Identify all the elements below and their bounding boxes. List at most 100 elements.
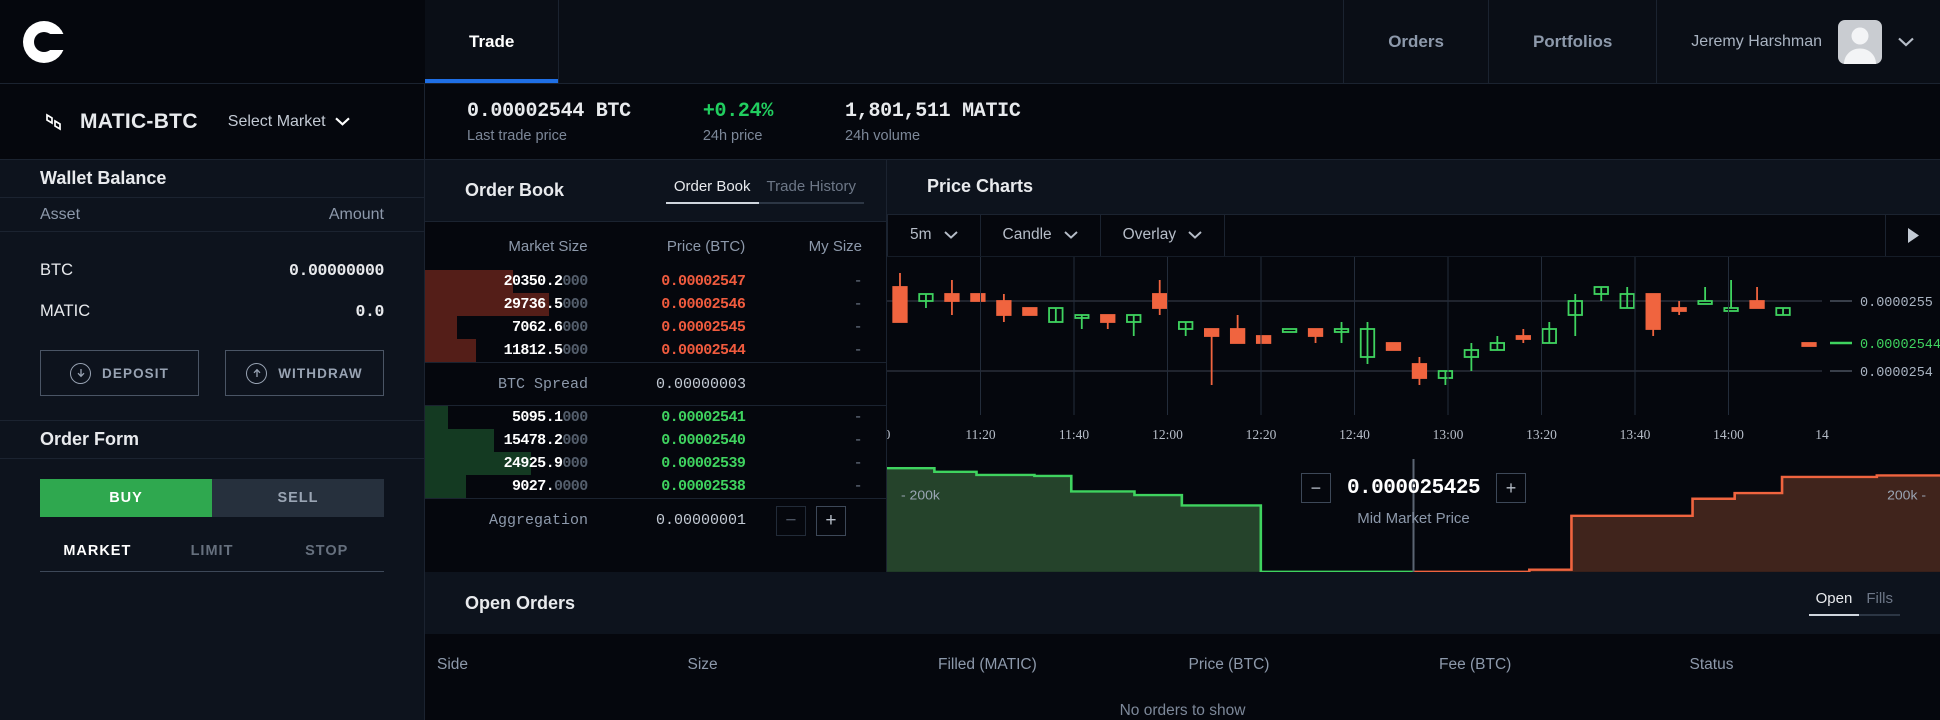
select-market-label: Select Market [227,112,326,130]
wallet-row-matic: MATIC 0.0 [40,291,384,332]
tab-trade-history[interactable]: Trade History [758,178,864,204]
row-price: 0.00002545 [661,319,746,336]
mid-market-value: 0.000025425 [1346,476,1481,500]
wallet-row-btc: BTC 0.00000000 [40,250,384,291]
interval-dropdown[interactable]: 5m [887,214,981,257]
chevron-down-icon [943,231,958,240]
price-charts-title: Price Charts [927,176,1034,197]
tab-fills[interactable]: Fills [1859,590,1900,616]
left-sidebar: Wallet Balance Asset Amount BTC 0.000000… [0,160,425,573]
open-orders-empty-message: No orders to show [1119,702,1246,719]
row-price: 0.00002546 [661,296,746,313]
market-subbar: MATIC-BTC Select Market 0.00002544 BTC L… [0,84,1940,160]
tab-open[interactable]: Open [1808,590,1860,616]
row-market-size: 24925.9000 [503,455,589,472]
chevron-down-icon [1898,37,1914,47]
order-book-tabs: Order Book Trade History [665,177,864,204]
trading-app: Trade Orders Portfolios Jeremy Harshman [0,0,1940,720]
row-market-size: 5095.1000 [511,409,588,426]
svg-text:13:20: 13:20 [1526,427,1557,442]
avatar [1838,19,1882,64]
order-book-row[interactable]: 24925.9000 0.00002539 - [425,452,886,475]
open-orders-col: Fee (BTC) [1439,656,1512,673]
chevron-down-icon [1064,231,1078,240]
order-book-header: Order Book Order Book Trade History [425,160,886,222]
arrow-down-circle-icon [70,362,92,384]
mid-market-row: −0.000025425 + [1300,473,1527,504]
user-avatar-icon [1844,27,1876,64]
row-market-size: 11812.5000 [503,342,589,359]
order-book-row[interactable]: 11812.5000 0.00002544 - [425,339,886,362]
open-orders-section: Open Orders Open Fills Side Size Filled (M… [0,572,1940,720]
open-orders-main: Open Orders Open Fills Side Size Filled (M… [425,572,1940,720]
deposit-button[interactable]: DEPOSIT [40,350,199,397]
nav-tab-orders[interactable]: Orders [1344,0,1489,83]
order-type-limit[interactable]: LIMIT [155,543,270,571]
order-type-stop[interactable]: STOP [269,543,384,571]
tab-fills-label: Fills [1866,590,1893,607]
order-book-row[interactable]: 9027.0000 0.00002538 - [425,475,886,498]
select-market-button[interactable]: Select Market [228,113,350,131]
mid-market-increase-button[interactable]: + [1496,473,1527,504]
stat-label: 24h price [702,127,763,144]
wallet-asset: BTC [40,261,73,280]
svg-text:12:40: 12:40 [1339,427,1370,442]
order-book-row[interactable]: 29736.5000 0.00002546 - [425,293,886,316]
tab-order-book[interactable]: Order Book [665,177,759,204]
stat-value: 0.00002544 BTC [467,99,631,123]
open-orders-title: Open Orders [465,592,576,613]
wallet-balance-title: Wallet Balance [40,167,167,188]
wallet-column-headers: Asset Amount [0,197,424,233]
order-type-stop-label: STOP [305,542,349,559]
coinbase-logo-icon [23,20,66,63]
order-book-row[interactable]: 5095.1000 0.00002541 - [425,406,886,429]
chart-play-button[interactable] [1886,215,1940,256]
order-book-row[interactable]: 7062.6000 0.00002545 - [425,316,886,339]
svg-text:12:00: 12:00 [1152,427,1183,442]
price-charts-panel: Price Charts 5m Candle Overlay 0.0000255… [884,160,1940,574]
market-selector[interactable]: MATIC-BTC Select Market [0,84,425,159]
row-price: 0.00002544 [661,342,746,359]
order-book-row[interactable]: 15478.2000 0.00002540 - [425,429,886,452]
open-orders-col: Size [687,656,718,673]
mid-market-decrease-button[interactable]: − [1300,473,1331,504]
nav-tab-trade[interactable]: Trade [425,0,560,83]
order-type-tabs: MARKET LIMIT STOP [40,543,384,571]
open-orders-header: Open Orders Open Fills [425,572,1940,634]
price-charts-header: Price Charts [887,160,1940,215]
wallet-balance-header: Wallet Balance [0,160,424,198]
chart-type-dropdown[interactable]: Candle [981,214,1101,257]
stat-24h-price: +0.24% 24h price [702,100,774,144]
deposit-label: DEPOSIT [102,365,169,381]
brand-logo[interactable] [0,0,425,83]
withdraw-button[interactable]: WITHDRAW [225,350,384,397]
aggregation-value: 0.00000001 [655,512,746,529]
nav-tab-portfolios[interactable]: Portfolios [1489,0,1658,83]
wallet-amount: 0.00000000 [288,261,384,281]
sell-button[interactable]: SELL [212,478,384,517]
order-type-market[interactable]: MARKET [40,543,155,571]
order-book-panel: Order Book Order Book Trade History Mark… [425,160,887,572]
buy-button[interactable]: BUY [40,478,212,517]
tab-order-book-label: Order Book [673,177,751,195]
row-market-size: 20350.2000 [503,273,589,290]
open-orders-left-spacer [0,572,425,720]
aggregation-increase-button[interactable]: + [816,505,846,536]
user-menu[interactable]: Jeremy Harshman [1657,0,1940,83]
col-my-size: My Size [808,237,862,255]
open-orders-tabs: Open Fills [1808,590,1900,616]
row-my-size: - [853,478,863,495]
candlestick-chart[interactable]: 0.0000255 0.0000254 0 11:20 11:40 12:00 12:20 1… [884,257,1940,459]
row-my-size: - [853,319,863,336]
row-my-size: - [853,342,863,359]
depth-chart[interactable]: - 200k 200k - −0.000025425 + Mid Market Pri… [887,459,1940,574]
plus-icon: + [825,509,837,532]
svg-text:12:20: 12:20 [1246,427,1277,442]
aggregation-steppers: − + [776,505,846,536]
mid-market-label: Mid Market Price [1357,510,1470,528]
order-book-row[interactable]: 20350.2000 0.00002547 - [425,270,886,293]
overlay-dropdown[interactable]: Overlay [1101,214,1226,257]
svg-text:0.0000255: 0.0000255 [1860,296,1933,311]
aggregation-decrease-button[interactable]: − [776,505,806,536]
order-type-limit-label: LIMIT [190,542,234,559]
